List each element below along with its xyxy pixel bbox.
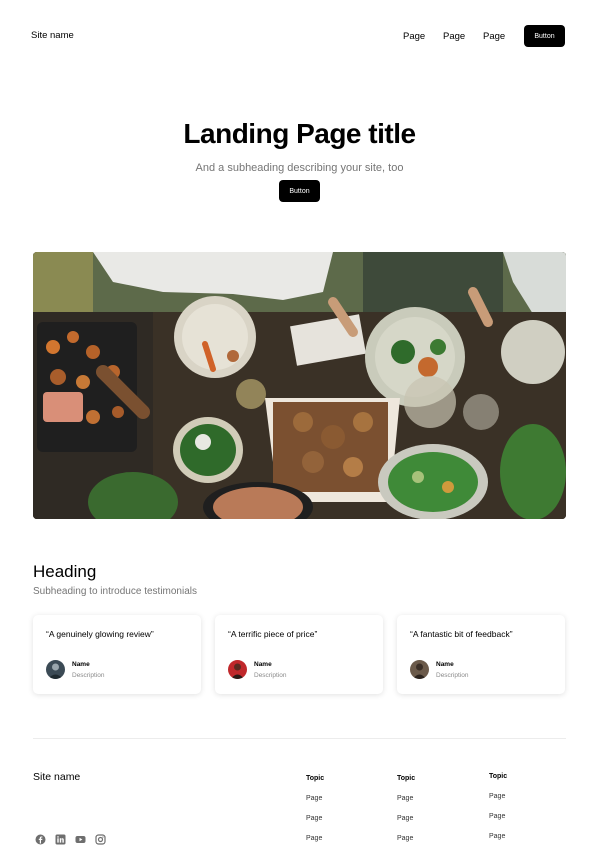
footer-link[interactable]: Page [397,835,413,842]
footer-link[interactable]: Page [306,815,322,822]
nav-link-page-3[interactable]: Page [483,31,505,42]
testimonial-name: Name [254,661,272,668]
avatar [46,660,65,679]
hero-image-illustration [33,252,566,519]
testimonial-name: Name [72,661,90,668]
nav-link-page-2[interactable]: Page [443,31,465,42]
testimonial-card: “A terrific piece of price” Name Descrip… [215,615,383,694]
testimonial-card: “A fantastic bit of feedback” Name Descr… [397,615,565,694]
avatar [410,660,429,679]
footer-site-name[interactable]: Site name [33,771,80,783]
testimonial-quote: “A terrific piece of price” [228,629,318,639]
testimonial-description: Description [436,672,469,679]
footer-link[interactable]: Page [489,833,505,840]
footer-link[interactable]: Page [397,815,413,822]
linkedin-icon[interactable] [55,834,66,845]
footer-link[interactable]: Page [306,795,322,802]
testimonial-quote: “A fantastic bit of feedback” [410,629,513,639]
footer-link[interactable]: Page [306,835,322,842]
hero-image [33,252,566,519]
footer-link[interactable]: Page [489,813,505,820]
footer-topic-title: Topic [306,775,325,782]
testimonials-heading: Heading [33,562,97,581]
footer-link[interactable]: Page [397,795,413,802]
top-navigation: Site name Page Page Page Button [0,0,599,72]
testimonial-card: “A genuinely glowing review” Name Descri… [33,615,201,694]
avatar [228,660,247,679]
testimonial-description: Description [72,672,105,679]
testimonial-name: Name [436,661,454,668]
footer-link[interactable]: Page [489,793,505,800]
testimonial-quote: “A genuinely glowing review” [46,629,154,639]
testimonial-description: Description [254,672,287,679]
facebook-icon[interactable] [35,834,46,845]
youtube-icon[interactable] [75,834,86,845]
footer-topic-title: Topic [397,775,416,782]
page-title: Landing Page title [183,118,416,149]
hero-button[interactable]: Button [279,180,320,202]
instagram-icon[interactable] [95,834,106,845]
footer-divider [33,738,566,739]
header-button[interactable]: Button [524,25,565,47]
nav-link-page-1[interactable]: Page [403,31,425,42]
testimonials-subheading: Subheading to introduce testimonials [33,586,197,597]
page-subtitle: And a subheading describing your site, t… [195,162,404,174]
site-name[interactable]: Site name [31,30,74,41]
footer-topic-title: Topic [489,773,508,780]
